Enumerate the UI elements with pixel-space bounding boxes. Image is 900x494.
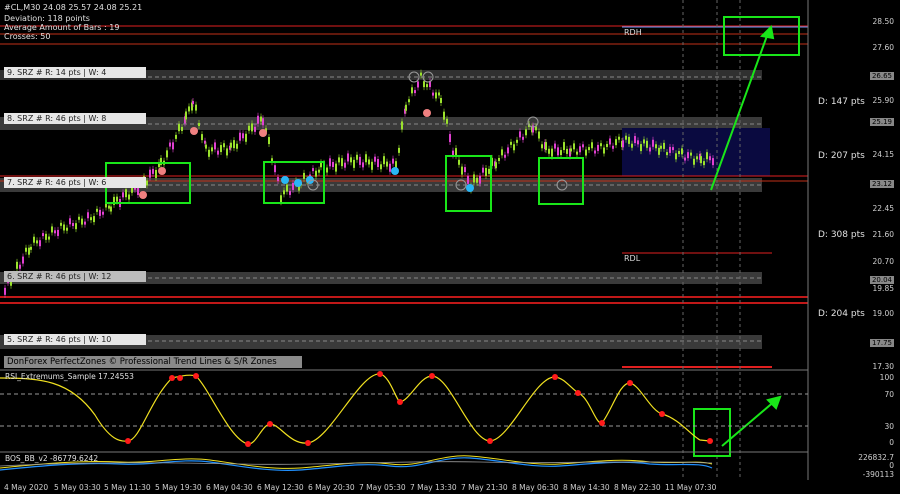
bb-tick: 0 [889,461,894,470]
zone-label-9[interactable]: 9. SRZ # R: 14 pts | W: 4 [4,67,146,78]
time-tick: 8 May 06:30 [512,483,559,492]
time-tick: 7 May 13:30 [410,483,457,492]
price-tick: 19.00 [872,309,894,318]
zone-label-6[interactable]: 6. SRZ # R: 46 pts | W: 12 [4,271,146,282]
zone-bands [0,70,762,349]
price-tick: 21.60 [872,230,894,239]
time-tick: 6 May 04:30 [206,483,253,492]
symbol-header: #CL,M30 24.08 25.57 24.08 25.21 [4,3,143,12]
rsi-tick: 30 [884,422,894,431]
rdh-label: RDH [624,28,642,37]
distance-label: D: 207 pts [818,151,865,161]
rsi-extremum-dots [125,371,713,447]
indicator-banner: DonForex PerfectZones © Professional Tre… [4,356,302,368]
bb-title: BOS_BB_v2 -86779.6242 [5,454,99,463]
rsi-levels [0,393,808,427]
avg-bars-text: Average Amount of Bars : 19 [4,23,120,32]
price-tick: 22.45 [872,204,894,213]
time-tick: 8 May 14:30 [563,483,610,492]
price-tick: 17.30 [872,362,894,371]
price-tick: 27.60 [872,43,894,52]
time-tick: 6 May 20:30 [308,483,355,492]
distance-label: D: 204 pts [818,309,865,319]
bb-tick: -390113 [862,470,894,479]
price-box: 20.04 [869,276,894,284]
rsi-tick: 100 [879,373,894,382]
time-tick: 5 May 19:30 [155,483,202,492]
deviation-text: Deviation: 118 points [4,14,90,23]
price-tick: 24.15 [872,150,894,159]
price-box: 17.75 [869,339,894,347]
time-tick: 4 May 2020 [4,483,49,492]
distance-label: D: 147 pts [818,97,865,107]
price-tick: 19.85 [872,284,894,293]
time-tick: 7 May 05:30 [359,483,406,492]
price-box: 25.19 [869,118,894,126]
price-box: 23.12 [869,180,894,188]
bb-line-blue [0,457,713,471]
highlight-boxes [105,16,800,457]
rdl-label: RDL [624,254,641,263]
time-tick: 8 May 22:30 [614,483,661,492]
time-tick: 5 May 11:30 [104,483,151,492]
zone-label-8[interactable]: 8. SRZ # R: 46 pts | W: 8 [4,113,146,124]
price-tick: 20.70 [872,257,894,266]
time-tick: 11 May 07:30 [665,483,717,492]
price-box: 26.65 [869,72,894,80]
rsi-tick: 70 [884,390,894,399]
time-tick: 7 May 21:30 [461,483,508,492]
projection-box [622,128,770,176]
zone-label-7[interactable]: 7. SRZ # R: 46 pts | W: 6 [4,177,146,188]
time-tick: 5 May 03:30 [54,483,101,492]
zone-label-5[interactable]: 5. SRZ # R: 46 pts | W: 10 [4,334,146,345]
rsi-tick: 0 [889,438,894,447]
crosses-text: Crosses: 50 [4,32,51,41]
trend-arrows [710,24,782,447]
price-tick: 25.90 [872,96,894,105]
rsi-title: RSI_Extremums_Sample 17.24553 [5,372,134,381]
rsi-line [0,373,711,445]
time-tick: 6 May 12:30 [257,483,304,492]
cross-markers [307,71,568,191]
distance-label: D: 308 pts [818,230,865,240]
zone-dashes [148,76,762,342]
price-tick: 28.50 [872,17,894,26]
